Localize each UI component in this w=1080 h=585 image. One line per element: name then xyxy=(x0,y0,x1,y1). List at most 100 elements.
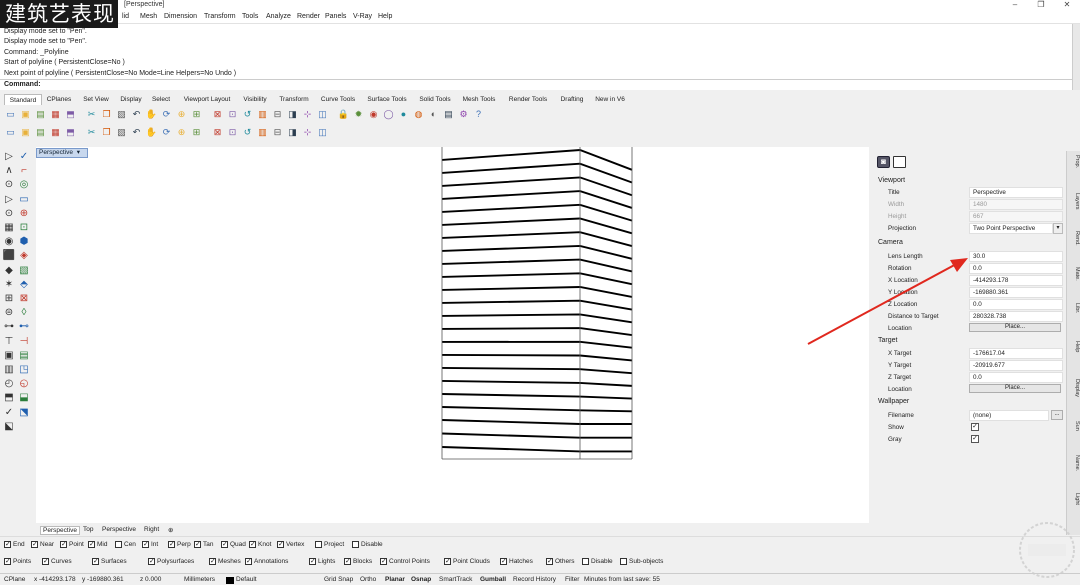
help-icon[interactable]: ? xyxy=(472,108,485,121)
record-history-toggle[interactable]: Record History xyxy=(513,576,556,583)
filter-project[interactable]: Project xyxy=(315,541,344,548)
checkbox[interactable]: ✓ xyxy=(546,558,553,565)
checkbox[interactable]: ✓ xyxy=(60,541,67,548)
filter-perp[interactable]: ✓ Perp xyxy=(168,541,191,548)
spot-icon[interactable]: ⊠ xyxy=(211,126,224,139)
menu-item-panels[interactable]: Panels xyxy=(325,13,346,20)
tool-19-icon[interactable]: ⬘ xyxy=(17,278,31,291)
move-icon[interactable]: ▥ xyxy=(256,126,269,139)
lens-icon[interactable]: ✂ xyxy=(85,126,98,139)
tool-10-icon[interactable]: ▦ xyxy=(2,221,16,234)
projection-select[interactable]: Two Point Perspective xyxy=(969,223,1053,234)
distance-field[interactable]: 280328.738 xyxy=(969,311,1063,322)
filter-knot[interactable]: ✓ Knot xyxy=(249,541,271,548)
viewport-tab-top[interactable]: Top xyxy=(83,526,93,533)
camera-place-button[interactable]: Place... xyxy=(969,323,1061,332)
rotate-view-icon[interactable]: ⟳ xyxy=(160,108,173,121)
tool-17-icon[interactable]: ▧ xyxy=(17,264,31,277)
tab-cplanes[interactable]: CPlanes xyxy=(42,94,76,105)
named-view-icon[interactable]: ◫ xyxy=(316,108,329,121)
menu-item-vray[interactable]: V-Ray xyxy=(353,13,372,20)
tab-materials[interactable]: Mate. xyxy=(1068,267,1080,281)
tool-38-icon[interactable]: ⬕ xyxy=(2,420,16,433)
checkbox[interactable]: ✓ xyxy=(31,541,38,548)
filter-blocks[interactable]: ✓ Blocks xyxy=(344,558,372,565)
options-icon[interactable]: ⚙ xyxy=(457,108,470,121)
tool-23-icon[interactable]: ◊ xyxy=(17,306,31,319)
units-label[interactable]: Millimeters xyxy=(184,576,215,583)
filter-point[interactable]: ✓ Point xyxy=(60,541,84,548)
tab-lights[interactable]: Light xyxy=(1068,493,1080,505)
tab-display[interactable]: Display xyxy=(1068,379,1080,397)
tab-layers[interactable]: Layers xyxy=(1068,193,1080,210)
layer-label[interactable]: Default xyxy=(236,576,257,583)
teapot-icon[interactable]: ▣ xyxy=(19,126,32,139)
tab-libraries[interactable]: Libr. xyxy=(1068,303,1080,313)
tool-15-icon[interactable]: ◈ xyxy=(17,249,31,262)
tab-mesh-tools[interactable]: Mesh Tools xyxy=(459,94,499,105)
rotation-field[interactable]: 0.0 xyxy=(969,263,1063,274)
viewport-tab-right[interactable]: Right xyxy=(144,526,159,533)
plant-icon[interactable]: ◨ xyxy=(286,126,299,139)
checkbox[interactable] xyxy=(582,558,589,565)
rotate-icon[interactable]: ⊟ xyxy=(271,126,284,139)
x-location-field[interactable]: -414293.178 xyxy=(969,275,1063,286)
record-icon[interactable]: ✋ xyxy=(145,126,158,139)
filter-near[interactable]: ✓ Near xyxy=(31,541,54,548)
title-field[interactable]: Perspective xyxy=(969,187,1063,198)
tool-29-icon[interactable]: ▤ xyxy=(17,349,31,362)
tool-37-icon[interactable]: ⬔ xyxy=(17,406,31,419)
menu-item-solid[interactable]: lid xyxy=(122,13,129,20)
smarttrack-toggle[interactable]: SmartTrack xyxy=(439,576,472,583)
filter-mid[interactable]: ✓ Mid xyxy=(88,541,107,548)
tool-4-icon[interactable]: ⊙ xyxy=(2,178,16,191)
camera-icon[interactable]: ◙ xyxy=(877,156,890,168)
perspective-viewport[interactable] xyxy=(36,147,869,523)
checkbox[interactable]: ✓ xyxy=(168,541,175,548)
filter-points[interactable]: ✓ Points xyxy=(4,558,31,565)
add-viewport-icon[interactable]: ⊕ xyxy=(168,526,173,534)
menu-item-dimension[interactable]: Dimension xyxy=(164,13,197,20)
render-icon[interactable]: ◐ xyxy=(427,108,440,121)
tool-18-icon[interactable]: ✶ xyxy=(2,278,16,291)
lock-icon[interactable]: 🔒 xyxy=(337,108,350,121)
box-edit-icon[interactable]: ↺ xyxy=(241,126,254,139)
paste-icon[interactable]: ▧ xyxy=(115,108,128,121)
filter-sub-objects[interactable]: Sub-objects xyxy=(620,558,663,565)
checkbox[interactable]: ✓ xyxy=(92,558,99,565)
grid-icon[interactable]: ▧ xyxy=(115,126,128,139)
tool-32-icon[interactable]: ◴ xyxy=(2,377,16,390)
show-checkbox[interactable]: ✓ xyxy=(971,423,979,431)
rendered-icon[interactable]: ◍ xyxy=(412,108,425,121)
zoom-icon[interactable]: ⊕ xyxy=(175,108,188,121)
filter-int[interactable]: ✓ Int xyxy=(142,541,158,548)
tab-drafting[interactable]: Drafting xyxy=(556,94,588,105)
tool-3-icon[interactable]: ⌐ xyxy=(17,164,31,177)
viewport-tab-perspective-2[interactable]: Perspective xyxy=(102,526,136,533)
tool-0-icon[interactable]: ▷ xyxy=(2,150,16,163)
filter-lights[interactable]: ✓ Lights xyxy=(309,558,335,565)
filter-toggle[interactable]: Filter xyxy=(565,576,579,583)
pan-icon[interactable]: ✋ xyxy=(145,108,158,121)
filename-field[interactable]: (none) xyxy=(969,410,1049,421)
tool-13-icon[interactable]: ⬢ xyxy=(17,235,31,248)
dimension-icon[interactable]: ❐ xyxy=(100,126,113,139)
zoom-window-icon[interactable]: ⊞ xyxy=(190,108,203,121)
tab-new-in-v6[interactable]: New in V6 xyxy=(592,94,628,105)
tool-31-icon[interactable]: ◳ xyxy=(17,363,31,376)
filter-quad[interactable]: ✓ Quad xyxy=(221,541,246,548)
printer-icon[interactable]: ▦ xyxy=(49,126,62,139)
viewport-title-tab[interactable]: Perspective ▾ xyxy=(36,148,88,158)
light-bulb-icon[interactable]: ⊞ xyxy=(190,126,203,139)
tool-21-icon[interactable]: ⊠ xyxy=(17,292,31,305)
filter-annotations[interactable]: ✓ Annotations xyxy=(245,558,288,565)
viewports-icon[interactable]: ▥ xyxy=(256,108,269,121)
snap-icon[interactable]: ↶ xyxy=(130,126,143,139)
tab-named-views[interactable]: Name. xyxy=(1068,455,1080,471)
tool-24-icon[interactable]: ⊶ xyxy=(2,320,16,333)
tool-33-icon[interactable]: ◵ xyxy=(17,377,31,390)
tool-28-icon[interactable]: ▣ xyxy=(2,349,16,362)
tool-2-icon[interactable]: ∧ xyxy=(2,164,16,177)
tool-9-icon[interactable]: ⊕ xyxy=(17,207,31,220)
tool-36-icon[interactable]: ✓ xyxy=(2,406,16,419)
